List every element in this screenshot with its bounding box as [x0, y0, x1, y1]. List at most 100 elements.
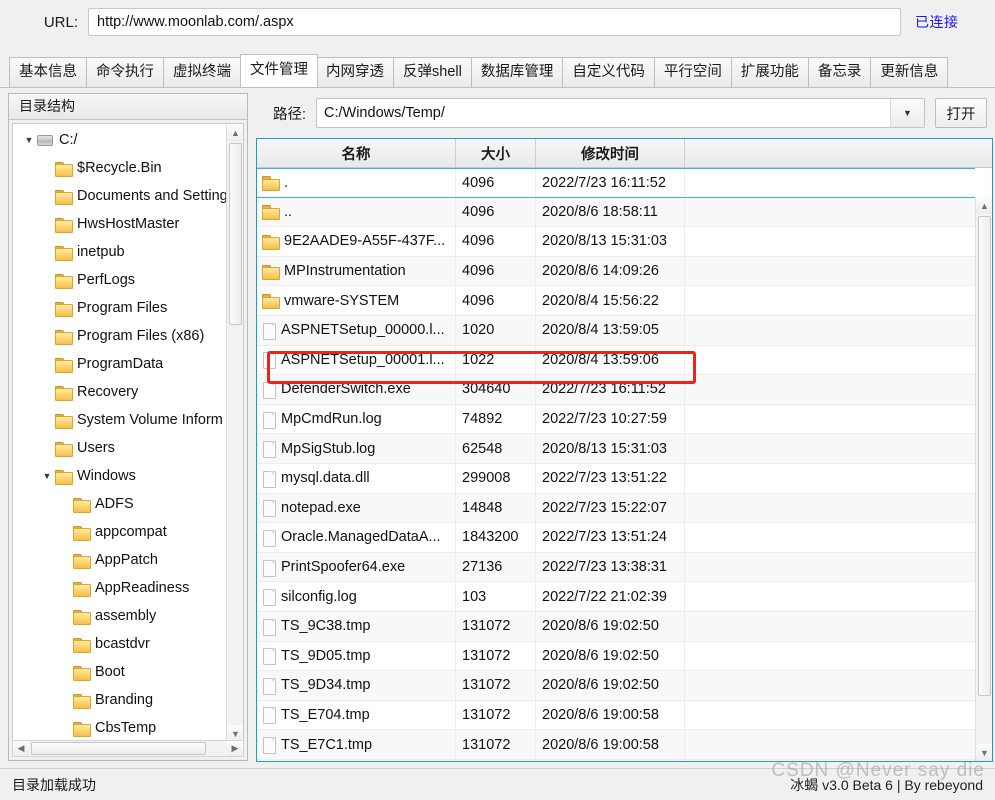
- tree-node-label: assembly: [95, 608, 157, 624]
- tab-1[interactable]: 命令执行: [86, 57, 163, 87]
- tab-8[interactable]: 平行空间: [653, 57, 731, 87]
- tab-11[interactable]: 更新信息: [870, 57, 949, 87]
- tree-vertical-scrollbar[interactable]: ▲ ▼: [226, 124, 243, 742]
- column-header-extra[interactable]: [685, 139, 992, 167]
- table-row[interactable]: .. 4096 2020/8/6 18:58:11: [257, 197, 975, 228]
- tree-node[interactable]: ProgramData: [13, 350, 228, 378]
- table-row[interactable]: TS_E704.tmp 131072 2020/8/6 19:00:58: [257, 700, 975, 731]
- file-mtime-cell: 2022/7/23 13:51:24: [536, 523, 685, 552]
- file-icon: [262, 648, 276, 666]
- file-scroll-up-icon[interactable]: ▲: [976, 197, 992, 214]
- tab-7[interactable]: 自定义代码: [562, 57, 654, 87]
- tree-horizontal-scrollbar[interactable]: ◀ ▶: [12, 740, 244, 757]
- file-name-label: DefenderSwitch.exe: [281, 381, 411, 398]
- connection-status-label: 已连接: [915, 14, 959, 30]
- file-mtime-cell: 2020/8/4 13:59:06: [536, 345, 685, 375]
- tree-node-label: $Recycle.Bin: [77, 160, 162, 176]
- chevron-down-icon[interactable]: ▼: [39, 471, 55, 481]
- table-row[interactable]: 9E2AADE9-A55F-437F... 4096 2020/8/13 15:31…: [257, 227, 975, 257]
- tree-node[interactable]: CbsTemp: [13, 714, 228, 742]
- tab-0[interactable]: 基本信息: [9, 57, 86, 87]
- tab-10[interactable]: 备忘录: [807, 57, 871, 87]
- tree-node[interactable]: assembly: [13, 602, 228, 630]
- scroll-right-icon[interactable]: ▶: [227, 741, 243, 756]
- table-row[interactable]: TS_9D34.tmp 131072 2020/8/6 19:02:50: [257, 671, 975, 701]
- folder-icon: [73, 609, 91, 625]
- tab-6[interactable]: 数据库管理: [470, 57, 563, 87]
- table-row[interactable]: TS_E7C1.tmp 131072 2020/8/6 19:00:58: [257, 730, 975, 760]
- column-header-mtime[interactable]: 修改时间: [536, 139, 685, 167]
- tree-node[interactable]: System Volume Inform: [13, 406, 228, 434]
- app-version-label: 冰蝎 v3.0 Beta 6 | By rebeyond: [790, 776, 983, 793]
- table-row[interactable]: vmware-SYSTEM 4096 2020/8/4 15:56:22: [257, 286, 975, 316]
- tree-node[interactable]: bcastdvr: [13, 630, 228, 658]
- table-row[interactable]: TS_E8DB.tmp1310722020/8/6 19:00:58: [257, 759, 975, 761]
- tree-node-label: Branding: [95, 692, 154, 708]
- file-scroll-down-icon[interactable]: ▼: [976, 744, 992, 761]
- scroll-up-icon[interactable]: ▲: [227, 124, 243, 141]
- tree-node[interactable]: Recovery: [13, 378, 228, 406]
- file-name-cell: TS_9C38.tmp: [257, 611, 456, 641]
- open-button[interactable]: 打开: [935, 98, 987, 128]
- tree-node[interactable]: Program Files: [13, 294, 228, 322]
- tree-node-label: bcastdvr: [95, 636, 150, 652]
- chevron-down-icon[interactable]: ▼: [21, 135, 37, 145]
- tree-node[interactable]: ▼ C:/: [13, 126, 228, 154]
- file-scrollbar-thumb[interactable]: [978, 216, 991, 696]
- tree-node[interactable]: Branding: [13, 686, 228, 714]
- table-row[interactable]: MpCmdRun.log 74892 2022/7/23 10:27:59: [257, 404, 975, 435]
- table-row[interactable]: DefenderSwitch.exe 304640 2022/7/23 16:11:…: [257, 375, 975, 405]
- table-row[interactable]: Oracle.ManagedDataA... 1843200 2022/7/23 1…: [257, 523, 975, 553]
- tree-node[interactable]: AppPatch: [13, 546, 228, 574]
- tree-node[interactable]: Program Files (x86): [13, 322, 228, 350]
- tree-node-label: Program Files: [77, 300, 168, 316]
- table-row[interactable]: ASPNETSetup_00000.l... 1020 2020/8/4 13:59…: [257, 315, 975, 346]
- tree-node[interactable]: $Recycle.Bin: [13, 154, 228, 182]
- tab-4[interactable]: 内网穿透: [317, 57, 393, 87]
- table-row[interactable]: notepad.exe 14848 2022/7/23 15:22:07: [257, 493, 975, 524]
- file-name-label: TS_9D05.tmp: [281, 647, 371, 664]
- tree-hscrollbar-thumb[interactable]: [31, 742, 206, 755]
- tree-scrollbar-thumb[interactable]: [229, 143, 242, 325]
- table-row[interactable]: silconfig.log 103 2022/7/22 21:02:39: [257, 582, 975, 612]
- column-header-size[interactable]: 大小: [456, 139, 536, 167]
- chevron-down-icon[interactable]: ▼: [890, 99, 924, 127]
- column-header-name[interactable]: 名称: [257, 139, 456, 167]
- file-list-vertical-scrollbar[interactable]: ▲ ▼: [975, 197, 992, 761]
- tab-9[interactable]: 扩展功能: [730, 57, 808, 87]
- file-mtime-cell: 2022/7/23 15:22:07: [536, 493, 685, 523]
- table-row[interactable]: MpSigStub.log 62548 2020/8/13 15:31:03: [257, 434, 975, 464]
- tab-3[interactable]: 文件管理: [240, 54, 318, 87]
- path-combobox[interactable]: ▼: [316, 98, 925, 128]
- path-input[interactable]: [317, 100, 890, 126]
- tree-node[interactable]: Users: [13, 434, 228, 462]
- file-name-label: 9E2AADE9-A55F-437F...: [284, 233, 446, 250]
- tree-node[interactable]: PerfLogs: [13, 266, 228, 294]
- tree-node[interactable]: appcompat: [13, 518, 228, 546]
- tree-node[interactable]: ADFS: [13, 490, 228, 518]
- table-row[interactable]: mysql.data.dll 299008 2022/7/23 13:51:22: [257, 463, 975, 494]
- tree-node[interactable]: ▼ Windows: [13, 462, 228, 490]
- tab-2[interactable]: 虚拟终端: [163, 57, 240, 87]
- table-row[interactable]: ASPNETSetup_00001.l... 1022 2020/8/4 13:59…: [257, 345, 975, 376]
- tree-node[interactable]: HwsHostMaster: [13, 210, 228, 238]
- table-row[interactable]: MPInstrumentation 4096 2020/8/6 14:09:26: [257, 256, 975, 287]
- tree-node[interactable]: Documents and Setting: [13, 182, 228, 210]
- table-row[interactable]: TS_9D05.tmp 131072 2020/8/6 19:02:50: [257, 641, 975, 672]
- scroll-left-icon[interactable]: ◀: [13, 741, 29, 756]
- url-input[interactable]: [88, 8, 901, 36]
- table-row[interactable]: TS_9C38.tmp 131072 2020/8/6 19:02:50: [257, 611, 975, 642]
- folder-icon: [262, 205, 280, 221]
- table-row[interactable]: . 4096 2022/7/23 16:11:52: [257, 168, 975, 198]
- tree-node[interactable]: inetpub: [13, 238, 228, 266]
- file-name-label: ..: [284, 203, 293, 220]
- file-extra-cell: [685, 760, 975, 761]
- file-icon: [262, 381, 276, 399]
- tree-node[interactable]: Boot: [13, 658, 228, 686]
- tab-5[interactable]: 反弹shell: [393, 57, 471, 87]
- table-row[interactable]: PrintSpoofer64.exe 27136 2022/7/23 13:38:3…: [257, 552, 975, 583]
- folder-icon: [55, 469, 73, 485]
- file-extra-cell: [685, 227, 975, 256]
- tree-node[interactable]: AppReadiness: [13, 574, 228, 602]
- file-icon: [262, 411, 276, 429]
